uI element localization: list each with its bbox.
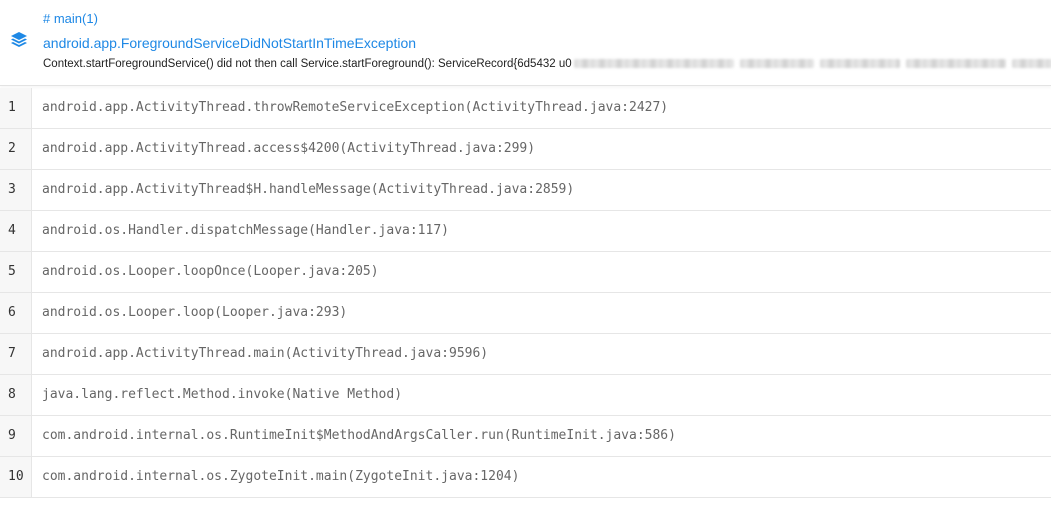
frame-text: android.app.ActivityThread.throwRemoteSe… — [42, 100, 669, 115]
frame-text: android.os.Handler.dispatchMessage(Handl… — [42, 223, 449, 238]
frame-text: java.lang.reflect.Method.invoke(Native M… — [42, 387, 403, 402]
stack-frame: 9 com.android.internal.os.RuntimeInit$Me… — [0, 416, 1051, 457]
layers-icon — [9, 30, 29, 50]
stack-frame: 4 android.os.Handler.dispatchMessage(Han… — [0, 211, 1051, 252]
frame-number: 8 — [0, 375, 32, 415]
frame-text: android.app.ActivityThread$H.handleMessa… — [42, 182, 575, 197]
frame-number: 4 — [0, 211, 32, 251]
frame-number: 10 — [0, 457, 32, 497]
frame-text: com.android.internal.os.RuntimeInit$Meth… — [42, 428, 676, 443]
stack-frame: 8 java.lang.reflect.Method.invoke(Native… — [0, 375, 1051, 416]
exception-header: # main(1) android.app.ForegroundServiceD… — [0, 0, 1051, 86]
stack-frame: 10 com.android.internal.os.ZygoteInit.ma… — [0, 457, 1051, 498]
stack-frame: 6 android.os.Looper.loop(Looper.java:293… — [0, 293, 1051, 334]
stack-frame: 2 android.app.ActivityThread.access$4200… — [0, 129, 1051, 170]
frame-text: android.app.ActivityThread.access$4200(A… — [42, 141, 536, 156]
redacted-text — [819, 59, 900, 69]
stack-trace: 1 android.app.ActivityThread.throwRemote… — [0, 88, 1051, 498]
redacted-text — [739, 59, 814, 69]
exception-message-text: Context.startForegroundService() did not… — [43, 58, 572, 70]
frame-text: android.app.ActivityThread.main(Activity… — [42, 346, 489, 361]
frame-text: android.os.Looper.loopOnce(Looper.java:2… — [42, 264, 379, 279]
frame-number: 5 — [0, 252, 32, 292]
thread-name: # main(1) — [43, 11, 98, 26]
redacted-text — [573, 59, 734, 69]
frame-number: 1 — [0, 88, 32, 128]
stack-frame: 5 android.os.Looper.loopOnce(Looper.java… — [0, 252, 1051, 293]
stack-frame: 3 android.app.ActivityThread$H.handleMes… — [0, 170, 1051, 211]
stack-frame: 1 android.app.ActivityThread.throwRemote… — [0, 88, 1051, 129]
frame-text: com.android.internal.os.ZygoteInit.main(… — [42, 469, 520, 484]
redacted-text — [905, 59, 1006, 69]
frame-number: 3 — [0, 170, 32, 210]
exception-message: Context.startForegroundService() did not… — [43, 58, 1051, 70]
frame-number: 9 — [0, 416, 32, 456]
frame-number: 6 — [0, 293, 32, 333]
frame-number: 2 — [0, 129, 32, 169]
frame-number: 7 — [0, 334, 32, 374]
exception-name: android.app.ForegroundServiceDidNotStart… — [43, 35, 417, 51]
redacted-text — [1011, 59, 1051, 69]
stack-frame: 7 android.app.ActivityThread.main(Activi… — [0, 334, 1051, 375]
frame-text: android.os.Looper.loop(Looper.java:293) — [42, 305, 348, 320]
